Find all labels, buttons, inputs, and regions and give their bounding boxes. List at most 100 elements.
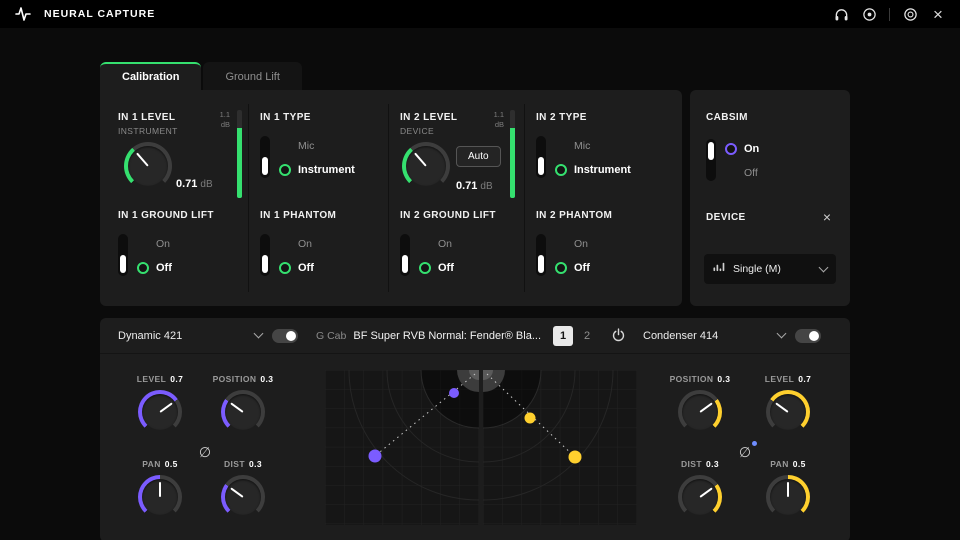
right-pan-knob[interactable]: [766, 475, 810, 519]
in2-type-option-instrument[interactable]: Instrument: [555, 160, 631, 180]
in2-type-slider[interactable]: [536, 136, 546, 178]
mic-position-display-right[interactable]: [483, 370, 637, 525]
mic-position-display-left[interactable]: [325, 370, 479, 525]
radio-indicator: [725, 143, 737, 155]
left-pan-knob[interactable]: [138, 475, 182, 519]
in1-ground-lift-block: IN 1 GROUND LIFT On Off: [118, 210, 214, 278]
auto-button[interactable]: Auto: [456, 146, 501, 167]
in2-type-option-mic[interactable]: Mic: [555, 136, 631, 156]
app-logo-icon: [14, 6, 32, 22]
tab-ground-lift[interactable]: Ground Lift: [203, 62, 302, 90]
in2-phantom-option-off[interactable]: Off: [555, 258, 590, 278]
in1-phantom-slider[interactable]: [260, 234, 270, 276]
in1-meter-label: 1.1 dB: [219, 110, 230, 129]
device-select[interactable]: Single (M): [704, 254, 836, 284]
in1-level-unit: dB: [200, 179, 213, 190]
left-dist-knob-group: DIST 0.3: [203, 459, 283, 519]
in2-ground-lift-title: IN 2 GROUND LIFT: [400, 210, 496, 221]
left-mic-near-dot[interactable]: [449, 388, 459, 398]
in2-level-unit: dB: [480, 181, 493, 192]
in1-ground-lift-option-on[interactable]: On: [137, 234, 172, 254]
in2-level-knob[interactable]: [402, 142, 450, 190]
in2-phantom-option-on[interactable]: On: [555, 234, 590, 254]
left-position-knob[interactable]: [221, 390, 265, 434]
mixer-panel: Dynamic 421 G Cab BF Super RVB Normal: F…: [100, 318, 850, 540]
page-switcher: 1 2: [553, 325, 597, 346]
chevron-down-icon: [776, 328, 787, 339]
in2-ground-lift-option-on[interactable]: On: [419, 234, 454, 254]
in1-level-value: 0.71: [176, 178, 198, 190]
left-level-knob-group: LEVEL 0.7: [120, 374, 200, 434]
topbar-divider: [889, 7, 890, 21]
left-pan-knob-group: PAN 0.5: [120, 459, 200, 519]
right-position-knob[interactable]: [678, 390, 722, 434]
radio-indicator: [279, 164, 291, 176]
in2-phantom-slider[interactable]: [536, 234, 546, 276]
in1-ground-lift-option-off[interactable]: Off: [137, 258, 172, 278]
right-mic-select[interactable]: Condenser 414: [643, 328, 787, 342]
in1-type-slider[interactable]: [260, 136, 270, 178]
in2-ground-lift-slider[interactable]: [400, 234, 410, 276]
left-mic-far-dot[interactable]: [368, 449, 382, 463]
left-mic-toggle[interactable]: [272, 328, 298, 343]
phase-active-dot: [752, 441, 757, 446]
in2-ground-lift-block: IN 2 GROUND LIFT On Off: [400, 210, 496, 278]
page-2-button[interactable]: 2: [577, 326, 597, 346]
in2-ground-lift-option-off[interactable]: Off: [419, 258, 454, 278]
in1-type-block: IN 1 TYPE Mic Instrument: [260, 112, 355, 180]
device-clear-icon[interactable]: ×: [818, 208, 836, 226]
right-mic-far-dot[interactable]: [568, 450, 582, 464]
radio-indicator: [137, 262, 149, 274]
tab-bar: Calibration Ground Lift: [100, 62, 302, 90]
divider: [248, 104, 249, 292]
power-icon[interactable]: [609, 327, 627, 345]
cabsim-slider[interactable]: [706, 139, 716, 181]
left-dist-knob[interactable]: [221, 475, 265, 519]
chevron-down-icon: [253, 328, 264, 339]
in1-phantom-block: IN 1 PHANTOM On Off: [260, 210, 336, 278]
in1-level-knob[interactable]: [124, 142, 172, 190]
in2-meter-label: 1.1 dB: [493, 110, 504, 129]
radio-indicator: [555, 262, 567, 274]
in1-ground-lift-slider[interactable]: [118, 234, 128, 276]
single-mic-icon: [713, 260, 726, 278]
right-level-knob-group: LEVEL 0.7: [748, 374, 828, 434]
in2-level-meter: [510, 110, 515, 198]
cab-name[interactable]: BF Super RVB Normal: Fender® Bla...: [353, 330, 541, 342]
right-level-knob[interactable]: [766, 390, 810, 434]
left-level-knob[interactable]: [138, 390, 182, 434]
cab-prefix-label: G Cab: [316, 329, 347, 342]
right-mic-near-dot[interactable]: [524, 412, 536, 424]
divider: [388, 104, 389, 292]
device-select-value: Single (M): [733, 263, 781, 275]
page-1-button[interactable]: 1: [553, 325, 573, 346]
monitor-icon[interactable]: [902, 6, 918, 22]
tab-calibration[interactable]: Calibration: [100, 62, 202, 90]
left-mic-select[interactable]: Dynamic 421: [118, 328, 264, 342]
mic-position-stage: [325, 370, 637, 525]
mixer-header: Dynamic 421 G Cab BF Super RVB Normal: F…: [100, 318, 850, 354]
device-label: DEVICE: [706, 211, 746, 223]
in1-phantom-option-off[interactable]: Off: [279, 258, 314, 278]
topbar: NEURAL CAPTURE ×: [0, 0, 960, 28]
right-mic-toggle[interactable]: [795, 328, 821, 343]
radio-indicator: [279, 262, 291, 274]
radio-indicator: [419, 262, 431, 274]
cabsim-option-off[interactable]: Off: [725, 163, 759, 183]
in2-type-title: IN 2 TYPE: [536, 112, 587, 123]
in1-phantom-option-on[interactable]: On: [279, 234, 314, 254]
left-position-knob-group: POSITION 0.3: [203, 374, 283, 434]
headphones-icon[interactable]: [833, 6, 849, 22]
right-position-knob-group: POSITION 0.3: [660, 374, 740, 434]
in1-type-option-instrument[interactable]: Instrument: [279, 160, 355, 180]
radio-indicator: [555, 164, 567, 176]
cabsim-option-on[interactable]: On: [725, 139, 759, 159]
cabsim-panel: CABSIM On Off DEVICE × Single (M): [690, 90, 850, 306]
right-pan-knob-group: PAN 0.5: [748, 459, 828, 519]
speaker-cab-icon[interactable]: [861, 6, 877, 22]
in2-level-value: 0.71: [456, 180, 478, 192]
in1-type-option-mic[interactable]: Mic: [279, 136, 355, 156]
right-dist-knob[interactable]: [678, 475, 722, 519]
in2-phantom-block: IN 2 PHANTOM On Off: [536, 210, 612, 278]
close-icon[interactable]: ×: [930, 6, 946, 23]
